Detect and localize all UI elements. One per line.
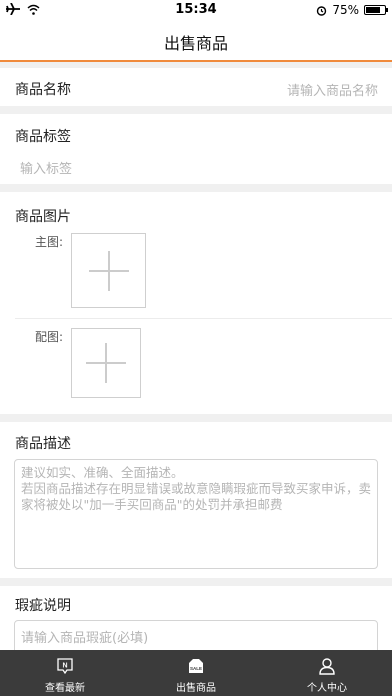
- defects-label: 瑕疵说明: [15, 598, 71, 614]
- svg-text:SALE: SALE: [190, 666, 202, 671]
- secondary-image-upload-button[interactable]: [71, 328, 141, 398]
- secondary-image-label: 配图:: [35, 330, 64, 344]
- user-icon: [319, 658, 335, 675]
- product-images-section: 商品图片 主图: 配图:: [0, 192, 392, 414]
- description-placeholder-line2: 若因商品描述存在明显错误或故意隐瞒瑕疵而导致买家申诉，卖家将被处以"加一手买回商…: [21, 481, 372, 512]
- nav-bar: 出售商品: [0, 20, 392, 62]
- tab-sell-label: 出售商品: [176, 683, 216, 694]
- svg-text:N: N: [62, 663, 67, 670]
- product-name-row[interactable]: 商品名称 请输入商品名称: [0, 68, 392, 106]
- product-tags-label: 商品标签: [15, 129, 71, 145]
- product-name-label: 商品名称: [15, 82, 71, 98]
- defects-section: 瑕疵说明 请输入商品瑕疵(必填): [0, 586, 392, 656]
- page-title: 出售商品: [163, 34, 228, 53]
- description-label: 商品描述: [15, 436, 71, 452]
- description-textarea[interactable]: 建议如实、准确、全面描述。 若因商品描述存在明显错误或故意隐瞒瑕疵而导致买家申诉…: [14, 459, 378, 569]
- main-image-label: 主图:: [35, 235, 64, 249]
- tab-sell[interactable]: SALE 出售商品: [136, 650, 256, 696]
- tab-latest[interactable]: N 查看最新: [5, 650, 125, 696]
- news-icon: N: [57, 658, 73, 675]
- status-bar: 15:34 75%: [0, 0, 392, 20]
- battery-icon: [364, 5, 388, 15]
- tab-profile-label: 个人中心: [307, 683, 347, 694]
- main-image-upload-button[interactable]: [71, 233, 146, 308]
- product-images-label: 商品图片: [15, 209, 71, 225]
- divider: [15, 318, 392, 319]
- status-right: 75%: [316, 3, 388, 17]
- tab-bar: N 查看最新 SALE 出售商品 个人中心: [0, 650, 392, 696]
- description-placeholder-line1: 建议如实、准确、全面描述。: [21, 465, 184, 480]
- tab-profile[interactable]: 个人中心: [267, 650, 387, 696]
- battery-percent: 75%: [332, 3, 359, 17]
- alarm-icon: [317, 5, 327, 16]
- sale-icon: SALE: [189, 659, 203, 673]
- product-tags-input[interactable]: 输入标签: [20, 158, 72, 177]
- tab-latest-label: 查看最新: [45, 683, 85, 694]
- product-name-input[interactable]: 请输入商品名称: [287, 80, 378, 99]
- description-section: 商品描述 建议如实、准确、全面描述。 若因商品描述存在明显错误或故意隐瞒瑕疵而导…: [0, 422, 392, 578]
- product-tags-section: 商品标签 输入标签: [0, 114, 392, 184]
